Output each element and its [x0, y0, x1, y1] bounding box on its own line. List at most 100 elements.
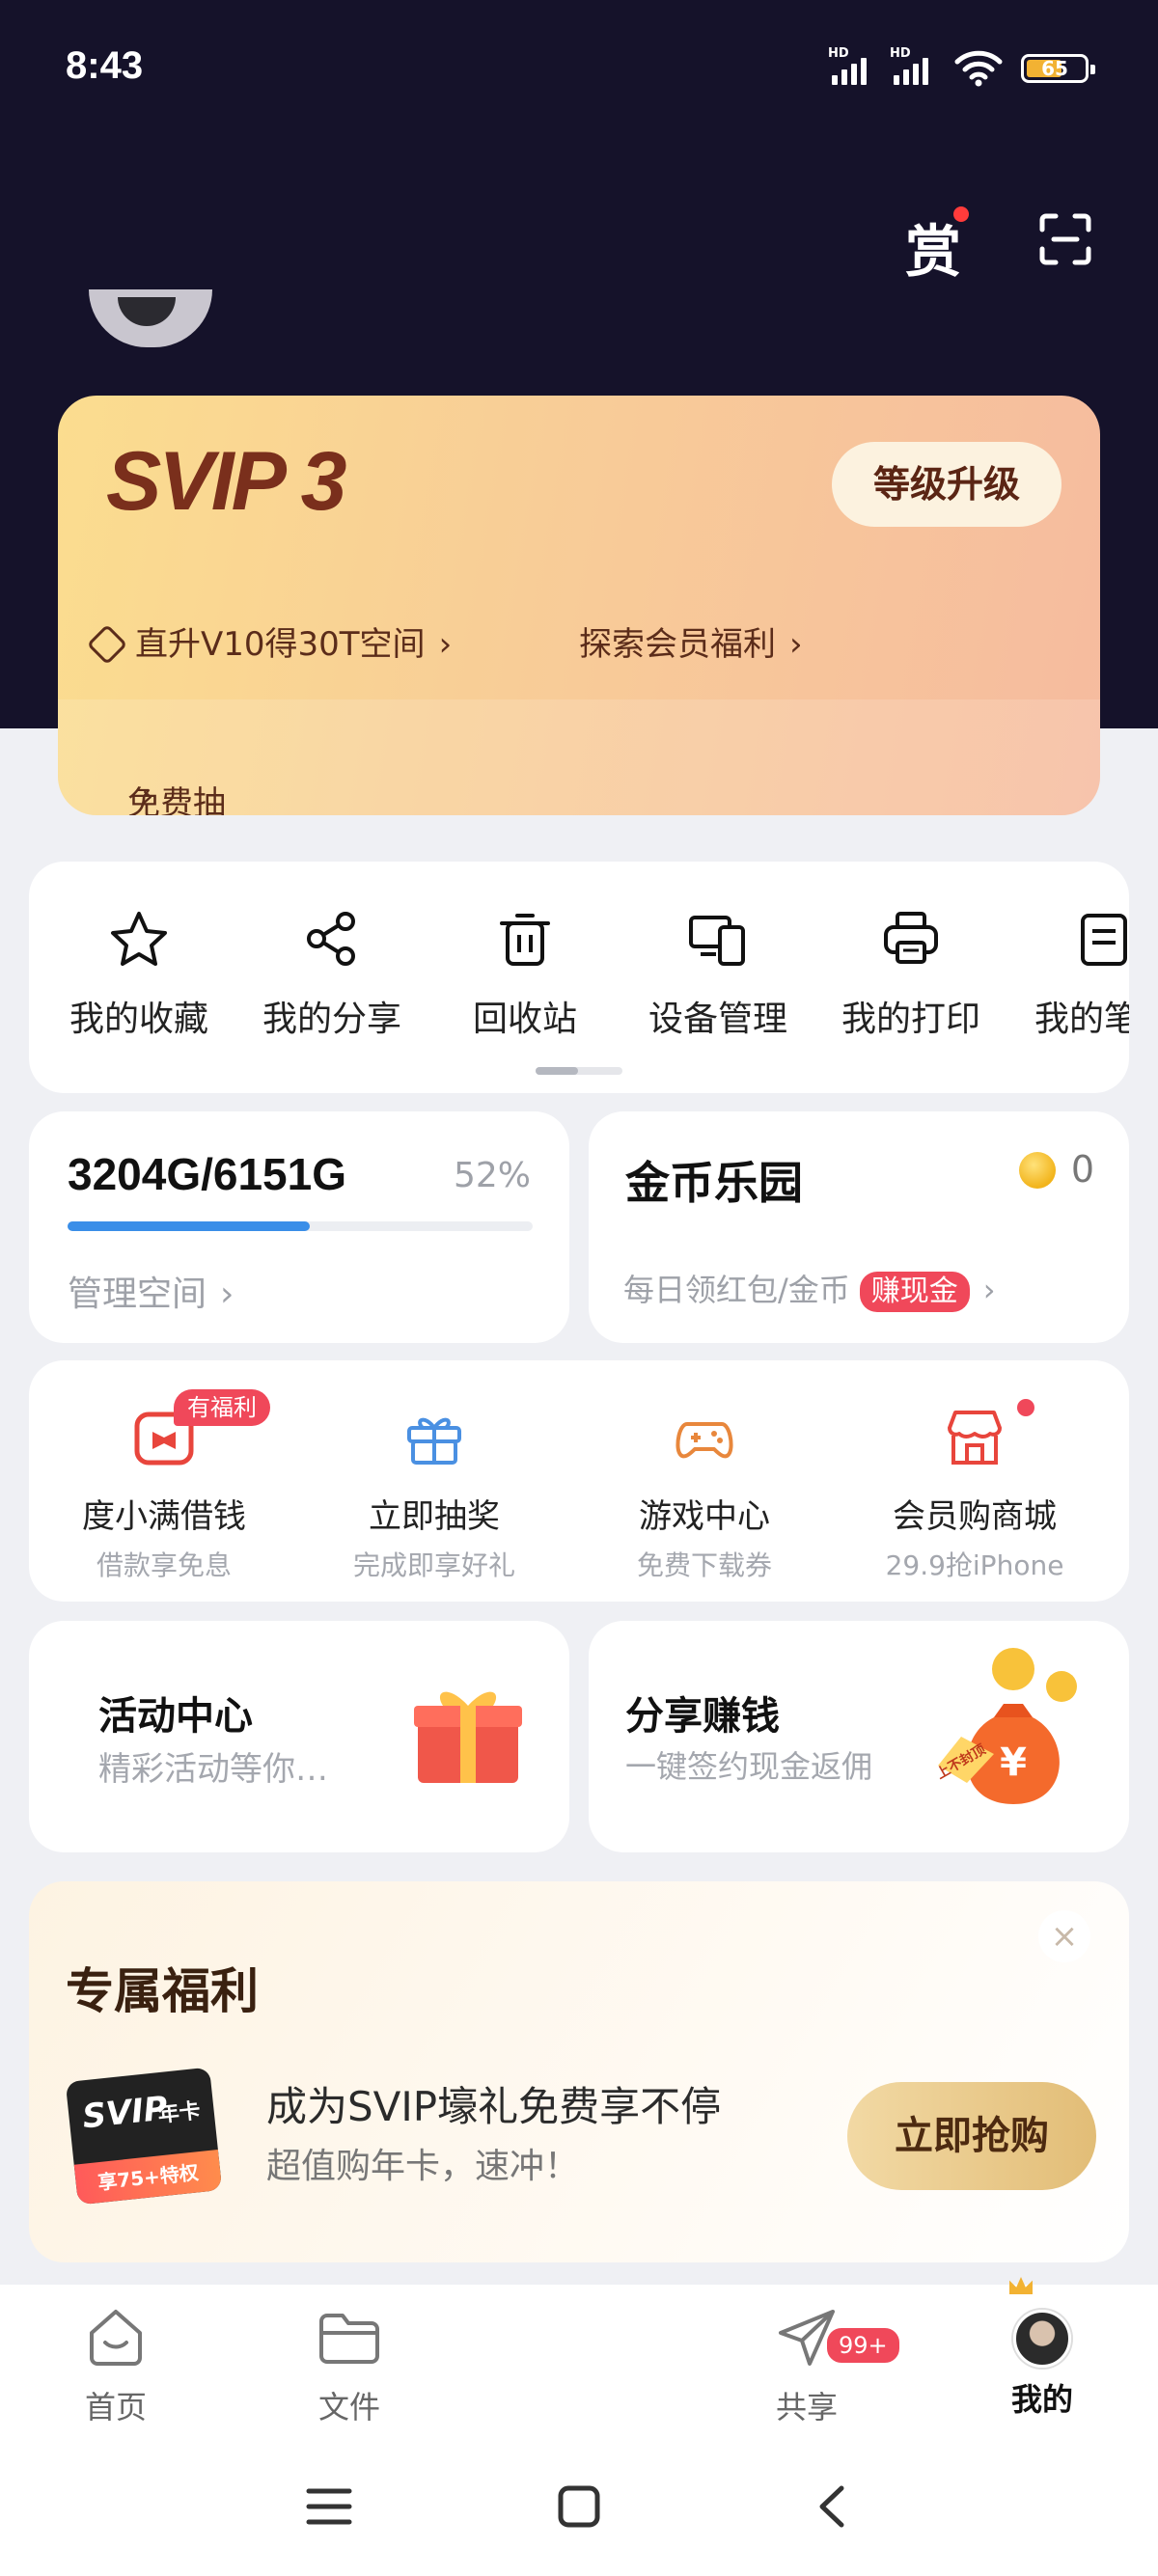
signal-icon: HD: [828, 46, 882, 85]
exclusive-subline: 超值购年卡，速冲！: [266, 2147, 580, 2186]
trash-icon: [500, 914, 550, 966]
back-icon[interactable]: [814, 2484, 849, 2529]
services-card: 有福利 度小满借钱 借款享免息 立即抽奖 完成即享好礼 游戏中心 免费下载券 会…: [29, 1360, 1129, 1602]
status-bar: 8:43 HD HD 65: [0, 0, 1158, 135]
tool-notes[interactable]: 我的笔记: [1017, 908, 1129, 1041]
coin-park-title: 金币乐园: [625, 1157, 803, 1209]
chevron-right-icon: ›: [220, 1274, 234, 1314]
home-icon: [90, 2310, 142, 2366]
service-title: 会员购商城: [893, 1497, 1057, 1536]
tab-files[interactable]: 文件: [282, 2304, 417, 2427]
upgrade-v10-label: 直升V10得30T空间: [135, 625, 426, 664]
tool-label: 设备管理: [648, 1000, 787, 1039]
system-navigation-bar: [0, 2439, 1158, 2576]
service-title: 度小满借钱: [82, 1497, 246, 1536]
exclusive-title: 专属福利: [66, 1963, 259, 2019]
notes-icon: [1081, 914, 1127, 966]
tool-shares[interactable]: 我的分享: [245, 908, 419, 1041]
notification-dot: [953, 206, 969, 222]
storage-progress-bar: [68, 1221, 533, 1231]
tab-mine[interactable]: 我的: [975, 2304, 1110, 2420]
quick-tools-card: 我的收藏 我的分享 回收站 设备管理 我的打印 我的笔记: [29, 862, 1129, 1093]
exclusive-headline: 成为SVIP壕礼免费享不停: [266, 2083, 722, 2130]
reward-button[interactable]: 赏: [905, 206, 961, 288]
tool-favorites[interactable]: 我的收藏: [52, 908, 226, 1041]
menu-icon[interactable]: [305, 2485, 353, 2528]
bottom-tab-bar: 首页 文件 共享 我的: [0, 2285, 1158, 2439]
home-square-icon[interactable]: [557, 2484, 601, 2529]
store-icon: [948, 1411, 1002, 1465]
card-year: 年卡: [156, 2098, 202, 2128]
manage-space-label: 管理空间: [68, 1274, 207, 1314]
earn-cash-tag: 赚现金: [859, 1272, 970, 1312]
status-time: 8:43: [66, 44, 144, 87]
wifi-icon: [954, 50, 1003, 87]
scan-icon[interactable]: [1038, 212, 1092, 266]
svip-level-logo: SVIP 3: [106, 435, 347, 528]
svg-text:¥: ¥: [1000, 1740, 1027, 1785]
chevron-right-icon: ›: [141, 777, 154, 815]
star-icon: [111, 912, 167, 966]
service-sub: 29.9抢iPhone: [885, 1549, 1064, 1581]
tool-print[interactable]: 我的打印: [824, 908, 998, 1041]
service-sub: 完成即享好礼: [352, 1549, 515, 1581]
service-games[interactable]: 游戏中心 免费下载券: [569, 1399, 840, 1583]
share-earn-title: 分享赚钱: [625, 1694, 780, 1739]
tool-label: 我的分享: [262, 1000, 401, 1039]
coin-icon: [1019, 1152, 1056, 1189]
svip-lottery-banner[interactable]: 免费抽SVIP,100%有奖！›: [58, 699, 1100, 815]
chevron-right-icon: ›: [438, 625, 453, 664]
close-icon[interactable]: ×: [1038, 1910, 1090, 1962]
service-lottery[interactable]: 立即抽奖 完成即享好礼: [299, 1399, 569, 1583]
tool-label: 我的笔记: [1034, 1000, 1129, 1039]
share-count-badge: 99+: [824, 2325, 902, 2366]
printer-icon: [884, 912, 938, 964]
carousel-indicator: [536, 1067, 622, 1075]
manage-space-link[interactable]: 管理空间 ›: [68, 1266, 234, 1316]
tab-label: 文件: [317, 2389, 380, 2425]
storage-percent: 52%: [453, 1156, 531, 1195]
notification-dot: [1017, 1399, 1034, 1416]
tab-home[interactable]: 首页: [48, 2304, 183, 2427]
activity-center-card[interactable]: 活动中心 精彩活动等你…: [29, 1621, 569, 1852]
tab-label: 首页: [84, 2389, 147, 2425]
money-bag-icon: ¥ 上不封顶: [933, 1648, 1077, 1804]
explore-benefits-label: 探索会员福利: [579, 625, 776, 664]
service-sub: 免费下载券: [636, 1549, 772, 1581]
share-icon: [307, 912, 355, 966]
coin-sub-label: 每日领红包/金币: [623, 1272, 850, 1308]
gift-box-icon: [414, 1691, 522, 1783]
tab-label: 我的: [1010, 2381, 1073, 2418]
explore-benefits-link[interactable]: 探索会员福利 ›: [579, 617, 803, 665]
folder-icon: [319, 2314, 379, 2364]
tool-label: 我的打印: [841, 1000, 980, 1039]
tool-devices[interactable]: 设备管理: [631, 908, 805, 1041]
share-earn-sub: 一键签约现金返佣: [625, 1748, 873, 1785]
tab-label: 共享: [775, 2389, 838, 2425]
tool-recycle-bin[interactable]: 回收站: [438, 908, 612, 1041]
crown-icon: [1009, 2277, 1033, 2294]
gift-icon: [407, 1417, 461, 1465]
coin-park-card[interactable]: 金币乐园 0 每日领红包/金币 赚现金 ›: [589, 1111, 1129, 1343]
battery-level: 65: [1041, 57, 1068, 80]
devices-icon: [689, 916, 745, 966]
activity-title: 活动中心: [98, 1694, 253, 1739]
share-earn-card[interactable]: 分享赚钱 一键签约现金返佣 ¥ 上不封顶: [589, 1621, 1129, 1852]
battery-icon: 65: [1021, 54, 1095, 83]
service-loan[interactable]: 有福利 度小满借钱 借款享免息: [29, 1389, 299, 1583]
coin-sub: 每日领红包/金币 赚现金 ›: [623, 1266, 996, 1312]
tab-share[interactable]: 共享: [739, 2304, 874, 2427]
benefit-badge: 有福利: [174, 1389, 270, 1426]
chevron-right-icon: ›: [789, 625, 803, 664]
service-title: 立即抽奖: [369, 1497, 500, 1536]
svip-card[interactable]: SVIP 3 等级升级 直升V10得30T空间 › 探索会员福利 › 免费抽SVIP…: [58, 396, 1100, 815]
service-sub: 借款享免息: [96, 1549, 232, 1581]
storage-card[interactable]: 3204G/6151G 52% 管理空间 ›: [29, 1111, 569, 1343]
card-logo: SVIP: [80, 2089, 170, 2137]
service-store[interactable]: 会员购商城 29.9抢iPhone: [840, 1399, 1110, 1583]
buy-now-button[interactable]: 立即抢购: [847, 2082, 1096, 2190]
exclusive-benefits-card[interactable]: 专属福利 × SVIP 年卡 享75+特权 成为SVIP壕礼免费享不停 超值购年…: [29, 1881, 1129, 2262]
upgrade-level-button[interactable]: 等级升级: [832, 442, 1062, 527]
upgrade-v10-link[interactable]: 直升V10得30T空间 ›: [86, 617, 453, 666]
card-bottom: 享75+特权: [73, 2150, 223, 2206]
